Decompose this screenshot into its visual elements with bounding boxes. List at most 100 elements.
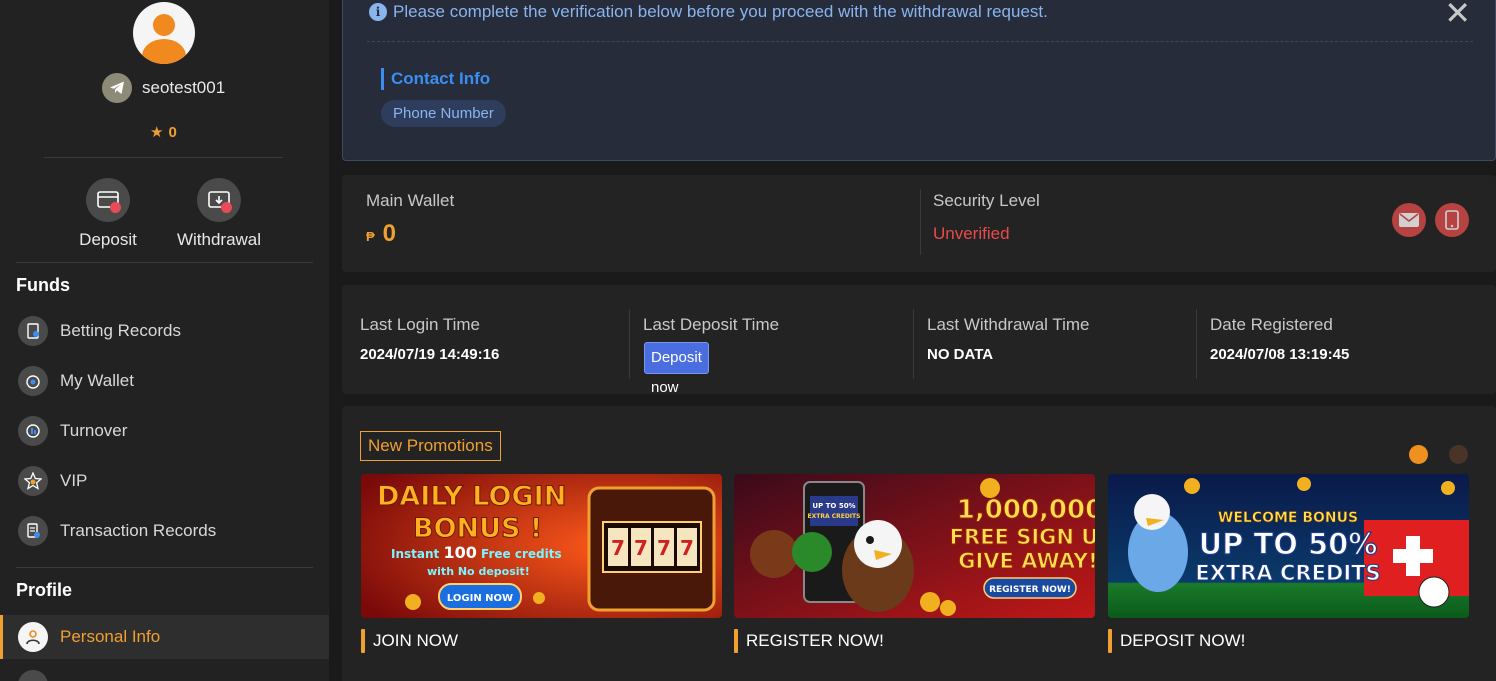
promo-caption-deposit-now[interactable]: DEPOSIT NOW! [1108, 629, 1245, 653]
svg-text:7: 7 [634, 536, 648, 560]
email-icon[interactable] [1392, 203, 1426, 237]
promo-caption-register-now[interactable]: REGISTER NOW! [734, 629, 884, 653]
withdrawal-icon [197, 178, 241, 222]
promo-caption-text: REGISTER NOW! [746, 631, 884, 650]
date-registered-label: Date Registered [1210, 315, 1333, 334]
last-withdrawal-value: NO DATA [927, 346, 994, 363]
verification-message: i Please complete the verification below… [369, 2, 1048, 22]
withdrawal-badge [221, 202, 232, 213]
settings-icon [18, 670, 48, 681]
contact-info-heading: Contact Info [381, 68, 490, 90]
divider [367, 41, 1473, 42]
last-login-label: Last Login Time [360, 315, 481, 334]
divider [1196, 309, 1197, 379]
deposit-button[interactable]: Deposit [63, 178, 153, 250]
banner-sub-b: 100 [443, 543, 476, 562]
promo-banner-welcome-bonus[interactable]: WELCOME BONUS UP TO 50% EXTRA CREDITS [1108, 474, 1469, 618]
divider [920, 189, 921, 255]
transaction-icon [18, 516, 48, 546]
vip-star-icon [18, 466, 48, 496]
sidebar-item-turnover[interactable]: Turnover [0, 409, 329, 453]
main-wallet-label: Main Wallet [366, 191, 455, 210]
banner-title-line2: UP TO 50% [1199, 527, 1378, 561]
banner-title-line1: 1,000,000 [957, 495, 1095, 525]
sidebar: seotest001 ★ 0 Deposit Withdrawal Funds … [0, 0, 329, 681]
funds-heading: Funds [16, 275, 70, 295]
verification-notice: i Please complete the verification below… [342, 0, 1496, 161]
main-wallet-amount: 0 [382, 220, 397, 247]
svg-text:7: 7 [680, 536, 694, 560]
banner-title-line1: DAILY LOGIN [377, 481, 566, 512]
verification-text: Please complete the verification below b… [393, 2, 1048, 21]
sidebar-item-transaction-records[interactable]: Transaction Records [0, 509, 329, 553]
sidebar-item-label: My Wallet [60, 371, 134, 390]
caption-bar [734, 629, 738, 653]
receipt-icon [18, 316, 48, 346]
sidebar-item-label: Transaction Records [60, 521, 217, 540]
deposit-badge [110, 202, 121, 213]
svg-text:7: 7 [657, 536, 671, 560]
banner-title-line2: BONUS ! [413, 513, 542, 544]
points-row: ★ 0 [150, 123, 177, 142]
avatar[interactable] [133, 2, 195, 64]
banner-login-now-button: LOGIN NOW [447, 593, 513, 604]
profile-heading: Profile [16, 580, 73, 600]
caption-bar [361, 629, 365, 653]
carousel-dot[interactable] [1449, 445, 1468, 464]
last-login-value: 2024/07/19 14:49:16 [360, 346, 500, 363]
phone-number-button[interactable]: Phone Number [381, 100, 506, 127]
last-withdrawal-label: Last Withdrawal Time [927, 315, 1090, 334]
withdrawal-label: Withdrawal [176, 230, 262, 249]
svg-text:7: 7 [611, 536, 625, 560]
withdrawal-button[interactable]: Withdrawal [174, 178, 264, 250]
banner-sub-a: Instant [391, 547, 443, 561]
avatar-head-shape [153, 14, 175, 36]
new-promotions-heading: New Promotions [360, 431, 501, 461]
sidebar-item-personal-info[interactable]: Personal Info [0, 615, 329, 659]
deposit-now-button[interactable]: Deposit now [644, 342, 709, 396]
security-level-label: Security Level [933, 191, 1040, 210]
phone-screen-text1: UP TO 50% [812, 502, 855, 510]
phone-icon[interactable] [1435, 203, 1469, 237]
banner-register-button: REGISTER NOW! [989, 585, 1071, 595]
banner-title-line3: EXTRA CREDITS [1195, 561, 1380, 585]
user-icon [18, 622, 48, 652]
promo-caption-join-now[interactable]: JOIN NOW [361, 629, 458, 653]
divider [16, 567, 313, 568]
main-wallet-value: ₱ 0 [366, 220, 396, 248]
sidebar-item-label: Betting Records [60, 321, 181, 340]
sidebar-item-vip[interactable]: VIP [0, 459, 329, 503]
divider [629, 309, 630, 379]
promo-caption-text: JOIN NOW [373, 631, 458, 650]
divider [913, 309, 914, 379]
banner-sub2: with No deposit! [427, 565, 530, 578]
banner-title-line3: GIVE AWAY! [958, 549, 1095, 573]
sidebar-item-next[interactable] [0, 663, 329, 681]
currency-symbol: ₱ [366, 229, 375, 244]
promo-banner-sign-up-giveaway[interactable]: UP TO 50% EXTRA CREDITS 1,000,000 FREE S… [734, 474, 1095, 618]
sidebar-item-my-wallet[interactable]: My Wallet [0, 359, 329, 403]
sidebar-item-label: VIP [60, 471, 88, 490]
sidebar-item-betting-records[interactable]: Betting Records [0, 309, 329, 353]
promo-banner-daily-login[interactable]: DAILY LOGIN BONUS ! Instant 100 Free cre… [361, 474, 722, 618]
phone-screen-text2: EXTRA CREDITS [808, 513, 861, 520]
caption-bar [1108, 629, 1112, 653]
banner-title-line2: FREE SIGN U [950, 525, 1095, 549]
sidebar-item-label: Turnover [60, 421, 128, 440]
user-row: seotest001 [102, 73, 225, 103]
close-icon[interactable]: ✕ [1444, 0, 1471, 29]
wallet-panel: Main Wallet ₱ 0 Security Level Unverifie… [342, 175, 1496, 272]
avatar-body-shape [142, 39, 186, 64]
banner-title-line1: WELCOME BONUS [1218, 510, 1358, 526]
divider [44, 157, 283, 158]
telegram-icon [102, 73, 132, 103]
sidebar-item-label: Personal Info [60, 627, 161, 646]
date-registered-value: 2024/07/08 13:19:45 [1210, 346, 1350, 363]
promo-caption-text: DEPOSIT NOW! [1120, 631, 1246, 650]
banner-sub-c: Free credits [477, 547, 562, 561]
carousel-dot-active[interactable] [1409, 445, 1428, 464]
star-icon: ★ [150, 124, 164, 141]
security-level-value: Unverified [933, 224, 1010, 243]
divider [16, 262, 313, 263]
info-icon: i [369, 3, 387, 21]
